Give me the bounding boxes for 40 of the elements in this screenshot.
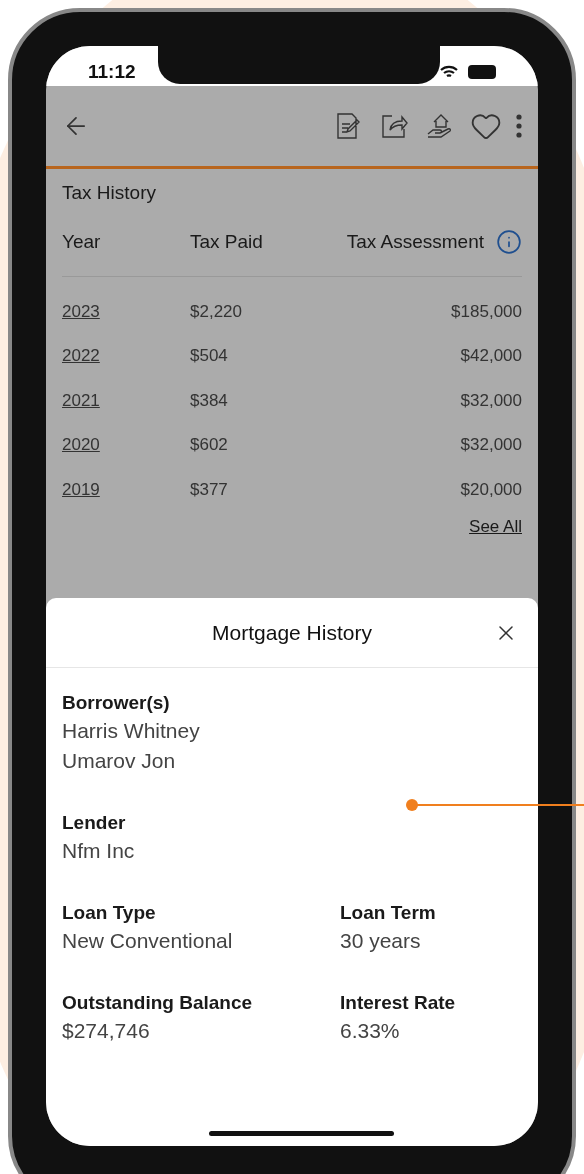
status-time: 11:12	[88, 59, 136, 84]
table-cell-text: $2,220	[190, 300, 242, 323]
info-icon[interactable]	[496, 228, 522, 255]
field-value: 30 years	[340, 928, 422, 954]
more-icon	[516, 114, 522, 138]
column-header: Year	[62, 229, 102, 254]
field-value: Umarov Jon	[62, 748, 177, 774]
field-value: Nfm Inc	[62, 838, 136, 864]
year-link[interactable]: 2020	[62, 432, 100, 458]
year-link[interactable]: 2019	[62, 476, 100, 502]
field-label: Outstanding Balance	[62, 991, 254, 1015]
field-label: Lender	[62, 811, 127, 835]
column-header: Tax Paid	[190, 229, 264, 254]
field-value: Harris Whitney	[62, 718, 201, 744]
field-label: Loan Term	[340, 901, 437, 925]
wifi-icon	[440, 65, 458, 79]
section-title: Tax History	[62, 181, 157, 205]
table-cell-text: $32,000	[460, 389, 522, 412]
table-cell-text: $602	[190, 434, 228, 456]
battery-icon	[468, 65, 496, 79]
field-value: New Conventional	[62, 928, 234, 954]
table-cell-text: $20,000	[460, 478, 522, 501]
column-header: Tax Assessment	[346, 229, 484, 254]
table-cell-text: $32,000	[460, 434, 522, 456]
sheet-title: Mortgage History	[212, 619, 372, 646]
year-link[interactable]: 2023	[62, 298, 100, 324]
table-cell-text: $185,000	[451, 300, 522, 323]
field-label: Loan Type	[62, 901, 157, 925]
field-value: $274,746	[62, 1018, 151, 1044]
field-value: 6.33%	[340, 1018, 401, 1044]
table-cell-text: $504	[190, 345, 228, 367]
more-button[interactable]	[516, 114, 522, 138]
see-all-link[interactable]: See All	[469, 513, 522, 539]
field-label: Borrower(s)	[62, 691, 171, 715]
year-link[interactable]: 2022	[62, 343, 100, 369]
table-cell-text: $384	[190, 389, 228, 412]
table-cell-text: $377	[190, 478, 228, 501]
field-label: Interest Rate	[340, 991, 457, 1015]
table-cell-text: $42,000	[460, 345, 522, 367]
year-link[interactable]: 2021	[62, 387, 100, 413]
